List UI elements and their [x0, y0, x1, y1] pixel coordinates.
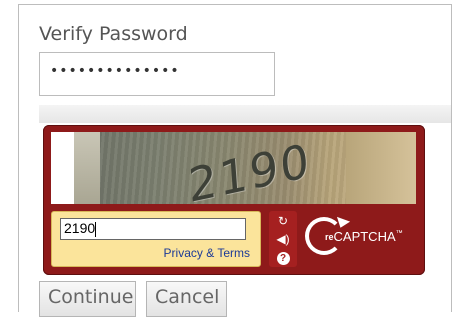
captcha-photo-wall [346, 132, 416, 204]
verify-password-label: Verify Password [39, 23, 188, 45]
audio-icon[interactable]: ◀) [274, 232, 292, 247]
privacy-terms-link[interactable]: Privacy & Terms [164, 246, 250, 260]
captcha-controls: ↻ ◀) ? [269, 211, 297, 267]
verify-password-input[interactable]: •••••••••••••• [39, 52, 275, 96]
recaptcha-prefix: re [325, 232, 334, 242]
help-icon[interactable]: ? [274, 250, 292, 265]
captcha-photo-edge [74, 132, 100, 204]
captcha-image: 2190 [51, 132, 416, 204]
captcha-answer-input[interactable]: 2190 [60, 218, 246, 240]
recaptcha-wordmark: reCAPTCHA™ [325, 229, 403, 244]
captcha-answer-box: 2190 Privacy & Terms [51, 211, 261, 267]
text-caret [95, 221, 97, 237]
refresh-icon[interactable]: ↻ [274, 214, 292, 229]
recaptcha-brand: CAPTCHA [333, 229, 396, 244]
recaptcha-logo: reCAPTCHA™ [305, 216, 415, 261]
captcha-answer-value: 2190 [64, 220, 96, 236]
form-panel: Verify Password •••••••••••••• 2190 2190… [18, 4, 452, 317]
divider-band [39, 105, 451, 123]
trademark-symbol: ™ [395, 230, 403, 237]
recaptcha-widget: 2190 2190 Privacy & Terms ↻ ◀) ? reCAPTC… [43, 125, 425, 275]
